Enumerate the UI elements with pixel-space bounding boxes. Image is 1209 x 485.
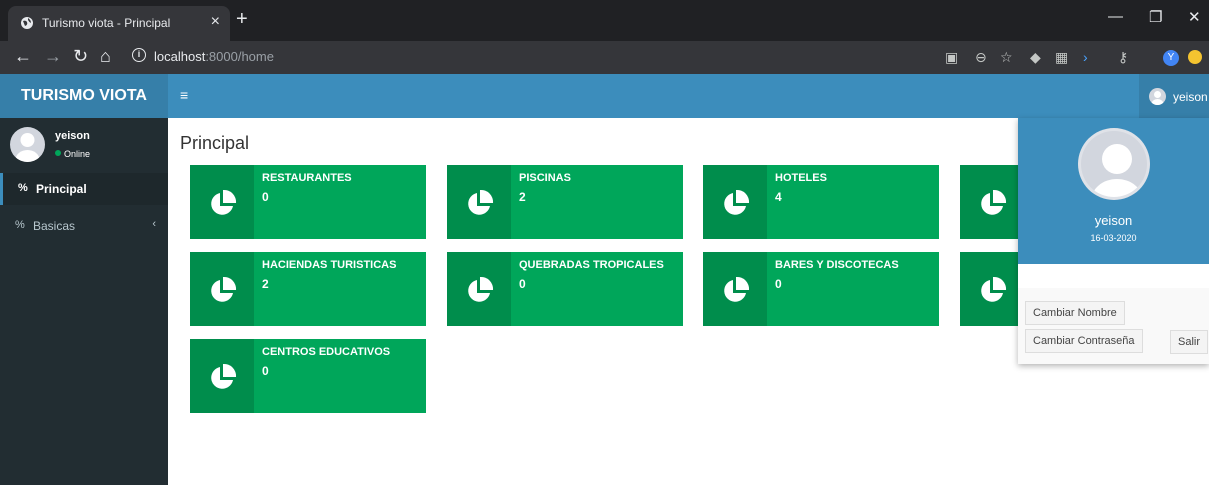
info-box-icon <box>960 165 1024 239</box>
sidebar-item-basicas[interactable]: % Basicas ‹ <box>0 210 168 242</box>
zoom-icon[interactable]: ⊖ <box>975 49 987 66</box>
change-password-button[interactable]: Cambiar Contraseña <box>1025 329 1143 353</box>
info-box-icon <box>447 165 511 239</box>
arrow-extension-icon[interactable]: › <box>1083 49 1088 65</box>
info-box-label: PISCINAS <box>519 172 571 184</box>
globe-icon <box>21 17 33 29</box>
info-box-icon <box>190 252 254 326</box>
avatar <box>10 127 45 162</box>
info-box-label: HOTELES <box>775 172 827 184</box>
sidebar: yeison Online % Principal % Basicas ‹ <box>0 118 168 485</box>
home-icon[interactable]: ⌂ <box>100 46 111 67</box>
info-box-value: 0 <box>775 277 782 291</box>
info-icon[interactable]: i <box>132 48 146 62</box>
minimize-icon[interactable]: — <box>1108 8 1123 25</box>
info-box[interactable]: BARES Y DISCOTECAS 0 <box>703 252 939 326</box>
avatar <box>1149 88 1166 105</box>
new-tab-button[interactable]: + <box>236 8 248 31</box>
info-box-value: 2 <box>262 277 269 291</box>
info-box-value: 2 <box>519 190 526 204</box>
key-icon[interactable]: ⚷ <box>1118 49 1128 66</box>
top-navbar: ≡ yeison <box>168 74 1209 118</box>
profile-avatar[interactable]: Y <box>1163 50 1179 66</box>
user-dropdown: yeison 16-03-2020 Cambiar Nombre Cambiar… <box>1018 118 1209 364</box>
info-box[interactable]: CENTROS EDUCATIVOS 0 <box>190 339 426 413</box>
info-box-value: 0 <box>262 364 269 378</box>
user-menu-toggle[interactable]: yeison <box>1139 74 1209 118</box>
percent-icon: % <box>18 182 28 194</box>
info-box-label: BARES Y DISCOTECAS <box>775 259 899 271</box>
sidebar-item-label: Basicas <box>33 219 76 233</box>
pie-chart-icon <box>468 189 494 215</box>
sidebar-toggle-icon[interactable]: ≡ <box>180 87 188 103</box>
info-box-icon <box>190 165 254 239</box>
pie-chart-icon <box>211 276 237 302</box>
forward-icon[interactable]: → <box>44 46 62 67</box>
user-dropdown-header: yeison 16-03-2020 <box>1018 118 1209 264</box>
info-box-icon <box>703 165 767 239</box>
user-panel: yeison Online <box>0 118 168 173</box>
info-box-label: QUEBRADAS TROPICALES <box>519 259 664 271</box>
pie-chart-icon <box>981 276 1007 302</box>
change-name-button[interactable]: Cambiar Nombre <box>1025 301 1125 325</box>
restore-icon[interactable]: ❐ <box>1149 8 1162 26</box>
tab-close-icon[interactable]: × <box>211 13 220 31</box>
user-name: yeison <box>1173 90 1208 104</box>
percent-icon: % <box>15 219 25 231</box>
status-badge: Online <box>55 149 90 159</box>
info-box-value: 0 <box>519 277 526 291</box>
reload-icon[interactable]: ↻ <box>73 46 88 67</box>
info-box[interactable]: HACIENDAS TURISTICAS 2 <box>190 252 426 326</box>
info-box-icon <box>703 252 767 326</box>
info-box-label: HACIENDAS TURISTICAS <box>262 259 397 271</box>
window-close-icon[interactable]: ✕ <box>1188 8 1201 26</box>
coin-extension-icon[interactable] <box>1188 50 1202 64</box>
info-box-value: 4 <box>775 190 782 204</box>
browser-toolbar: ← → ↻ ⌂ i localhost:8000/home ▣ ⊖ ☆ ◆ ▦ … <box>0 41 1209 74</box>
browser-tab[interactable]: Turismo viota - Principal × <box>8 6 230 41</box>
info-box-value: 0 <box>262 190 269 204</box>
chevron-left-icon: ‹ <box>152 218 156 230</box>
app-logo[interactable]: TURISMO VIOTA <box>0 74 168 118</box>
info-box[interactable]: PISCINAS 2 <box>447 165 683 239</box>
dropdown-date: 16-03-2020 <box>1090 233 1137 243</box>
dropdown-user-name: yeison <box>1094 213 1133 228</box>
extension-icon[interactable]: ◆ <box>1030 49 1041 66</box>
url-path: :8000/home <box>205 49 274 64</box>
pie-chart-icon <box>724 189 750 215</box>
url-host: localhost <box>154 49 206 64</box>
info-box[interactable]: RESTAURANTES 0 <box>190 165 426 239</box>
sidebar-user-name: yeison <box>55 130 90 142</box>
online-dot-icon <box>55 150 61 156</box>
star-icon[interactable]: ☆ <box>1000 49 1013 66</box>
pie-chart-icon <box>211 363 237 389</box>
info-box-icon <box>190 339 254 413</box>
browser-tab-bar: Turismo viota - Principal × + — ❐ ✕ <box>0 0 1209 41</box>
info-box[interactable]: HOTELES 4 <box>703 165 939 239</box>
sidebar-item-label: Principal <box>36 182 87 196</box>
user-dropdown-footer: Cambiar Nombre Cambiar Contraseña Salir <box>1018 288 1209 364</box>
info-box-label: RESTAURANTES <box>262 172 352 184</box>
qr-icon[interactable]: ▦ <box>1055 49 1068 66</box>
info-box-label: CENTROS EDUCATIVOS <box>262 346 391 358</box>
info-box-icon <box>960 252 1024 326</box>
address-bar[interactable]: i localhost:8000/home <box>128 45 936 69</box>
logout-button[interactable]: Salir <box>1170 330 1209 354</box>
info-box-icon <box>447 252 511 326</box>
pie-chart-icon <box>468 276 494 302</box>
tab-title: Turismo viota - Principal <box>42 16 171 30</box>
page-title: Principal <box>180 133 250 153</box>
pie-chart-icon <box>981 189 1007 215</box>
sidebar-item-principal[interactable]: % Principal <box>0 173 168 205</box>
pie-chart-icon <box>724 276 750 302</box>
back-icon[interactable]: ← <box>14 46 32 67</box>
info-box[interactable]: QUEBRADAS TROPICALES 0 <box>447 252 683 326</box>
pie-chart-icon <box>211 189 237 215</box>
avatar <box>1078 128 1150 200</box>
translate-icon[interactable]: ▣ <box>945 49 958 66</box>
